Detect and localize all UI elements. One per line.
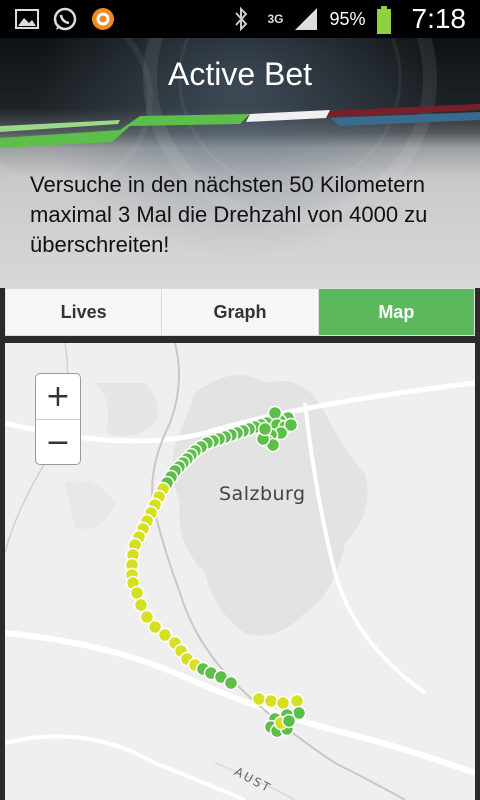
map-view[interactable]: Salzburg AUST + − xyxy=(5,343,475,800)
bet-description: Versuche in den nächsten 50 Kilometern m… xyxy=(30,172,428,257)
header: Active Bet Versuche in den nächsten 50 K… xyxy=(0,38,480,288)
track-point xyxy=(133,597,149,613)
city-label: Salzburg xyxy=(219,483,306,505)
track-point xyxy=(263,693,279,709)
clock: 7:18 xyxy=(411,3,467,34)
tab-bar: Lives Graph Map xyxy=(5,288,475,336)
track-point xyxy=(257,421,273,437)
track-point xyxy=(223,675,239,691)
track-point xyxy=(267,405,283,421)
page-title: Active Bet xyxy=(167,56,313,92)
whatsapp-icon xyxy=(52,6,78,32)
battery-percent: 95% xyxy=(329,8,366,29)
battery-icon xyxy=(376,6,402,34)
tab-map[interactable]: Map xyxy=(318,289,474,335)
zoom-control: + − xyxy=(35,373,81,465)
network-type: 3G xyxy=(267,12,284,26)
tab-lives[interactable]: Lives xyxy=(6,289,163,335)
zoom-in-button[interactable]: + xyxy=(36,374,80,420)
status-bar: 3G 95% 7:18 xyxy=(0,0,480,38)
track-point xyxy=(251,691,267,707)
tab-graph[interactable]: Graph xyxy=(162,289,319,335)
track-point xyxy=(275,695,291,711)
zoom-out-button[interactable]: − xyxy=(36,420,80,465)
image-icon xyxy=(14,6,40,32)
track-point xyxy=(129,585,145,601)
bluetooth-icon xyxy=(231,6,257,32)
signal-icon xyxy=(293,6,319,32)
track-point xyxy=(281,713,297,729)
avast-icon xyxy=(90,6,116,32)
track-point xyxy=(289,693,305,709)
